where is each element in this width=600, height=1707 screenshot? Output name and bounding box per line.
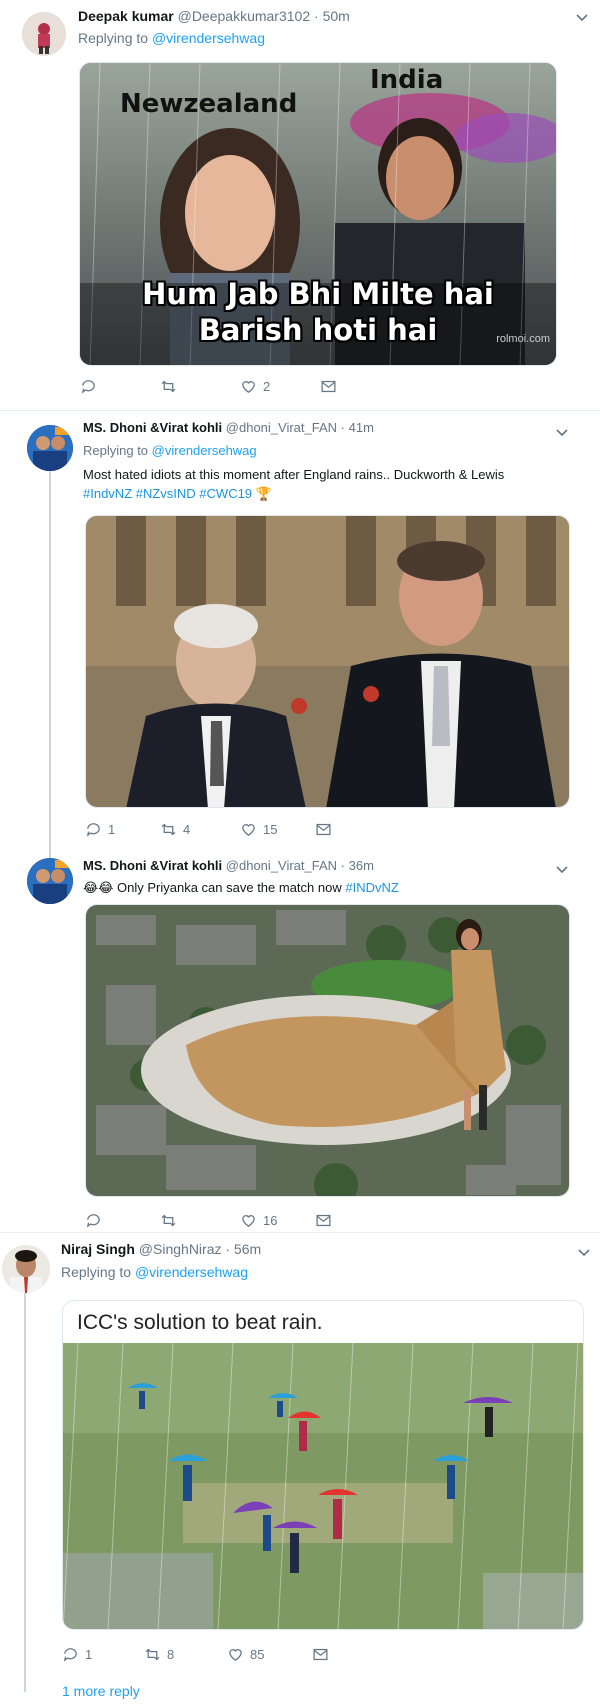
tweet-deepak: Deepak kumar @Deepakkumar3102 · 50m Repl…	[0, 0, 600, 410]
chevron-down-icon[interactable]	[574, 10, 590, 26]
author-handle[interactable]: @dhoni_Virat_FAN	[226, 858, 337, 873]
replying-to-link[interactable]: @virendersehwag	[135, 1264, 248, 1280]
timestamp[interactable]: · 56m	[225, 1241, 261, 1257]
retweet-icon	[145, 1648, 160, 1661]
hashtags[interactable]: #IndvNZ #NZvsIND #CWC19 🏆	[83, 484, 553, 503]
reply-icon	[81, 380, 95, 394]
watermark: rolmoi.com	[496, 333, 550, 345]
tweet-media-photo[interactable]	[85, 515, 570, 808]
meme-label-left: Newzealand	[120, 89, 298, 119]
avatar[interactable]	[27, 858, 73, 904]
message-button[interactable]	[315, 1212, 332, 1229]
timestamp[interactable]: · 41m	[341, 420, 374, 435]
tweet-dhoni-2: MS. Dhoni &Virat kohli @dhoni_Virat_FAN …	[0, 852, 600, 1232]
replying-to-link[interactable]: @virendersehwag	[152, 30, 265, 46]
chevron-down-icon[interactable]	[576, 1245, 592, 1261]
like-button[interactable]: 15	[240, 821, 277, 838]
tweet-header: Deepak kumar @Deepakkumar3102 · 50m	[78, 8, 350, 24]
author-name[interactable]: Deepak kumar	[78, 8, 174, 24]
tweet-media-photo[interactable]	[85, 904, 570, 1197]
like-button[interactable]: 85	[227, 1646, 264, 1663]
like-button[interactable]: 2	[240, 378, 270, 395]
author-handle[interactable]: @dhoni_Virat_FAN	[226, 420, 337, 435]
avatar[interactable]	[22, 12, 66, 56]
tweet-media-meme[interactable]: Newzealand India Hum Jab Bhi Milte hai B…	[79, 62, 557, 366]
avatar[interactable]	[2, 1245, 50, 1293]
media-title: ICC's solution to beat rain.	[77, 1311, 323, 1334]
retweet-icon	[161, 380, 176, 393]
tweet-actions: 1 8 85	[62, 1646, 482, 1666]
author-name[interactable]: MS. Dhoni &Virat kohli	[83, 858, 222, 873]
chevron-down-icon[interactable]	[554, 425, 570, 441]
reply-icon	[86, 1214, 100, 1228]
tweet-media-photo[interactable]: ICC's solution to beat rain.	[62, 1300, 584, 1630]
heart-icon	[242, 1215, 255, 1227]
message-button[interactable]	[312, 1646, 329, 1663]
tweet-header: MS. Dhoni &Virat kohli @dhoni_Virat_FAN …	[83, 858, 374, 873]
author-handle[interactable]: @SinghNiraz	[139, 1241, 222, 1257]
timestamp[interactable]: · 36m	[341, 858, 374, 873]
meme-caption-line2: Barish hoti hai	[198, 313, 438, 347]
reply-icon	[63, 1648, 77, 1662]
hashtag[interactable]: #INDvNZ	[345, 880, 398, 895]
envelope-icon	[321, 380, 336, 393]
tweet-dhoni-1: MS. Dhoni &Virat kohli @dhoni_Virat_FAN …	[0, 411, 600, 856]
tweet-text: Most hated idiots at this moment after E…	[83, 465, 553, 503]
tweet-actions: 2	[80, 378, 500, 398]
meme-caption-line1: Hum Jab Bhi Milte hai	[142, 277, 494, 311]
retweet-icon	[161, 1214, 176, 1227]
envelope-icon	[316, 1214, 331, 1227]
reply-button[interactable]	[85, 1212, 108, 1229]
like-button[interactable]: 16	[240, 1212, 277, 1229]
envelope-icon	[313, 1648, 328, 1661]
tweet-actions: 1 4 15	[85, 821, 505, 841]
author-handle[interactable]: @Deepakkumar3102	[178, 8, 311, 24]
retweet-button[interactable]	[160, 378, 183, 395]
reply-button[interactable]: 1	[62, 1646, 92, 1663]
author-name[interactable]: Niraj Singh	[61, 1241, 135, 1257]
reply-button[interactable]: 1	[85, 821, 115, 838]
meme-label-right: India	[370, 65, 444, 95]
chevron-down-icon[interactable]	[554, 862, 570, 878]
tweet-header: MS. Dhoni &Virat kohli @dhoni_Virat_FAN …	[83, 420, 374, 435]
replying-to: Replying to @virendersehwag	[83, 443, 257, 458]
tweet-text: 😂😂 Only Priyanka can save the match now …	[83, 880, 399, 895]
reply-button[interactable]	[80, 378, 103, 395]
retweet-icon	[161, 823, 176, 836]
reply-icon	[86, 823, 100, 837]
replying-to: Replying to @virendersehwag	[78, 30, 265, 46]
tweet-actions: 16	[85, 1212, 505, 1232]
replying-to-link[interactable]: @virendersehwag	[152, 443, 257, 458]
replying-to: Replying to @virendersehwag	[61, 1264, 248, 1280]
heart-icon	[229, 1649, 242, 1661]
author-name[interactable]: MS. Dhoni &Virat kohli	[83, 420, 222, 435]
retweet-button[interactable]: 4	[160, 821, 190, 838]
heart-icon	[242, 381, 255, 393]
tweet-header: Niraj Singh @SinghNiraz · 56m	[61, 1241, 261, 1257]
message-button[interactable]	[320, 378, 337, 395]
timestamp[interactable]: · 50m	[314, 8, 350, 24]
message-button[interactable]	[315, 821, 332, 838]
avatar[interactable]	[27, 425, 73, 471]
heart-icon	[242, 824, 255, 836]
tweet-niraj: Niraj Singh @SinghNiraz · 56m Replying t…	[0, 1233, 600, 1707]
envelope-icon	[316, 823, 331, 836]
retweet-button[interactable]: 8	[144, 1646, 174, 1663]
more-replies-link[interactable]: 1 more reply	[62, 1683, 140, 1699]
retweet-button[interactable]	[160, 1212, 183, 1229]
